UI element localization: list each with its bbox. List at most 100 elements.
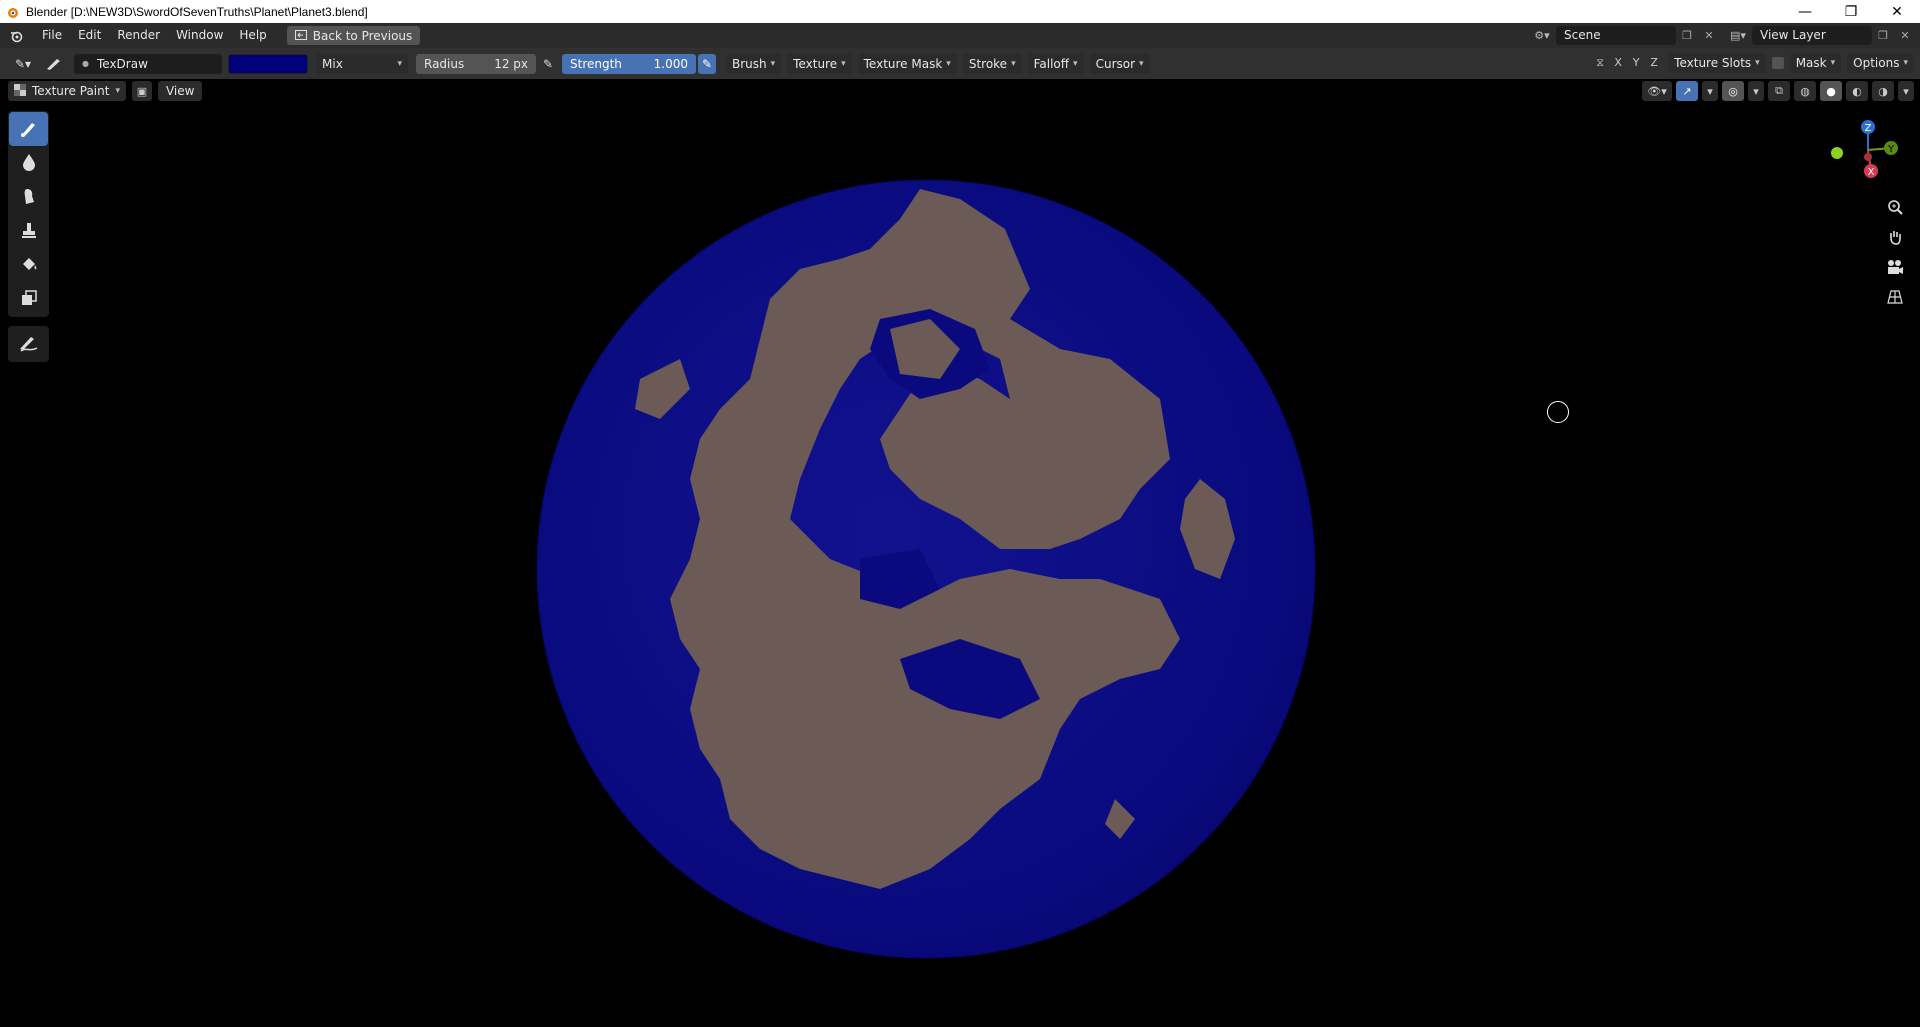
clone-stamp-icon <box>21 221 37 242</box>
blend-mode-dropdown[interactable]: Mix ▾ <box>316 53 408 74</box>
draw-brush-tool[interactable] <box>9 112 48 146</box>
chevron-down-icon: ▾ <box>841 58 846 69</box>
brush-datablock-icon: ● <box>82 59 89 68</box>
back-to-previous-button[interactable]: Back to Previous <box>286 26 421 45</box>
view-menu[interactable]: View <box>157 81 203 101</box>
brush-menu-label: Brush <box>732 56 767 71</box>
cursor-menu[interactable]: Cursor ▾ <box>1089 53 1150 74</box>
draw-brush-icon <box>19 118 39 141</box>
falloff-menu[interactable]: Falloff ▾ <box>1027 53 1084 74</box>
top-menu-bar: File Edit Render Window Help Back to Pre… <box>0 23 1920 48</box>
overlays-toggle-icon[interactable]: ◎ <box>1722 81 1744 101</box>
wireframe-shading-icon[interactable]: ◍ <box>1794 81 1816 101</box>
fill-brush-tool[interactable] <box>9 248 48 282</box>
brush-preview-icon[interactable] <box>40 54 68 74</box>
mask-label: Mask <box>1795 56 1827 70</box>
xray-toggle-icon[interactable]: ⧉ <box>1768 81 1790 101</box>
view-layer-name-field[interactable]: View Layer <box>1752 26 1872 45</box>
image-slot-icon[interactable]: ▣ <box>131 81 152 101</box>
clone-brush-tool[interactable] <box>9 214 48 248</box>
stroke-menu[interactable]: Stroke ▾ <box>962 53 1022 74</box>
navigation-gizmo[interactable]: Z Y X <box>1818 115 1908 185</box>
perspective-grid-icon[interactable] <box>1880 286 1910 308</box>
close-button[interactable]: ✕ <box>1874 0 1920 23</box>
menu-render[interactable]: Render <box>109 23 168 48</box>
options-menu[interactable]: Options ▾ <box>1847 53 1914 73</box>
chevron-down-icon: ▾ <box>397 58 402 69</box>
brush-name-field[interactable]: ● TexDraw <box>74 53 222 74</box>
texture-mask-menu[interactable]: Texture Mask ▾ <box>857 53 957 74</box>
minimize-button[interactable]: — <box>1782 0 1828 23</box>
fill-bucket-icon <box>20 255 38 276</box>
soften-brush-tool[interactable] <box>9 146 48 180</box>
delete-view-layer-icon[interactable]: ✕ <box>1894 26 1916 45</box>
back-to-previous-label: Back to Previous <box>312 28 413 43</box>
menu-help[interactable]: Help <box>231 23 274 48</box>
radius-label: Radius <box>424 56 465 71</box>
visibility-icon[interactable]: 👁▾ <box>1642 81 1672 101</box>
brush-color-swatch[interactable] <box>228 53 308 74</box>
3d-viewport[interactable] <box>0 79 1920 1027</box>
mirror-x-toggle[interactable]: X <box>1610 54 1626 72</box>
radius-slider[interactable]: Radius 12 px <box>416 53 536 74</box>
smear-finger-icon <box>21 187 37 208</box>
window-controls: — ❐ ✕ <box>1782 0 1920 23</box>
texture-menu[interactable]: Texture ▾ <box>787 53 852 74</box>
annotate-tool[interactable] <box>8 326 49 362</box>
navigation-tools <box>1880 196 1910 308</box>
radius-value: 12 px <box>494 56 528 71</box>
zoom-icon[interactable] <box>1880 196 1910 218</box>
delete-scene-icon[interactable]: ✕ <box>1698 26 1720 45</box>
chevron-down-icon: ▾ <box>946 58 951 69</box>
new-scene-icon[interactable]: ❐ <box>1676 26 1698 45</box>
menu-file[interactable]: File <box>34 23 70 48</box>
mode-selector[interactable]: Texture Paint ▾ <box>8 81 126 101</box>
chevron-down-icon: ▾ <box>1755 58 1760 68</box>
brush-cursor <box>1547 401 1569 423</box>
options-label: Options <box>1853 56 1900 70</box>
gizmo-neg-z-axis[interactable] <box>1864 153 1872 161</box>
maximize-button[interactable]: ❐ <box>1828 0 1874 23</box>
smear-brush-tool[interactable] <box>9 180 48 214</box>
scene-selector[interactable]: ⚙▾ Scene ❐ ✕ <box>1528 26 1720 45</box>
strength-value: 1.000 <box>653 56 688 71</box>
pan-hand-icon[interactable] <box>1880 226 1910 248</box>
mask-brush-tool[interactable] <box>9 282 48 316</box>
tool-header-right: ⧖ X Y Z Texture Slots ▾ Mask ▾ Options ▾ <box>1592 53 1914 73</box>
radius-pressure-icon[interactable]: ✎ <box>538 54 558 74</box>
shading-dropdown-icon[interactable]: ▾ <box>1898 81 1914 101</box>
mirror-z-toggle[interactable]: Z <box>1646 54 1662 72</box>
menu-window[interactable]: Window <box>168 23 231 48</box>
blender-menu-icon[interactable] <box>0 23 34 48</box>
solid-shading-icon[interactable]: ● <box>1820 81 1842 101</box>
gizmo-neg-y-axis[interactable] <box>1831 147 1843 159</box>
scene-icon: ⚙▾ <box>1534 29 1550 42</box>
gizmo-dropdown-icon[interactable]: ▾ <box>1702 81 1718 101</box>
brush-menu[interactable]: Brush ▾ <box>726 53 782 74</box>
strength-pressure-icon[interactable]: ✎ <box>698 53 716 74</box>
tool-type-dropdown[interactable]: ✎▾ <box>6 54 40 74</box>
mask-menu[interactable]: Mask ▾ <box>1789 53 1842 73</box>
chevron-down-icon: ▾ <box>1903 58 1908 68</box>
cursor-menu-label: Cursor <box>1095 56 1136 71</box>
overlays-dropdown-icon[interactable]: ▾ <box>1748 81 1764 101</box>
new-view-layer-icon[interactable]: ❐ <box>1872 26 1894 45</box>
title-bar: Blender [D:\NEW3D\SwordOfSevenTruths\Pla… <box>0 0 1920 23</box>
mirror-y-toggle[interactable]: Y <box>1628 54 1644 72</box>
mask-checkbox[interactable] <box>1771 57 1784 69</box>
planet-render <box>536 179 1316 959</box>
view-layer-icon: ▤▾ <box>1730 29 1746 42</box>
viewport-header-right: 👁▾ ↗ ▾ ◎ ▾ ⧉ ◍ ● ◐ ◑ ▾ <box>1642 81 1914 101</box>
rendered-shading-icon[interactable]: ◑ <box>1872 81 1894 101</box>
falloff-menu-label: Falloff <box>1033 56 1070 71</box>
strength-slider[interactable]: Strength 1.000 <box>562 53 696 74</box>
annotate-pen-icon <box>17 333 41 356</box>
scene-name-field[interactable]: Scene <box>1556 26 1676 45</box>
gizmo-toggle-icon[interactable]: ↗ <box>1676 81 1698 101</box>
symmetry-icon[interactable]: ⧖ <box>1592 54 1608 72</box>
material-shading-icon[interactable]: ◐ <box>1846 81 1868 101</box>
texture-slots-menu[interactable]: Texture Slots ▾ <box>1668 53 1766 73</box>
camera-view-icon[interactable] <box>1880 256 1910 278</box>
view-layer-selector[interactable]: ▤▾ View Layer ❐ ✕ <box>1724 26 1916 45</box>
menu-edit[interactable]: Edit <box>70 23 109 48</box>
